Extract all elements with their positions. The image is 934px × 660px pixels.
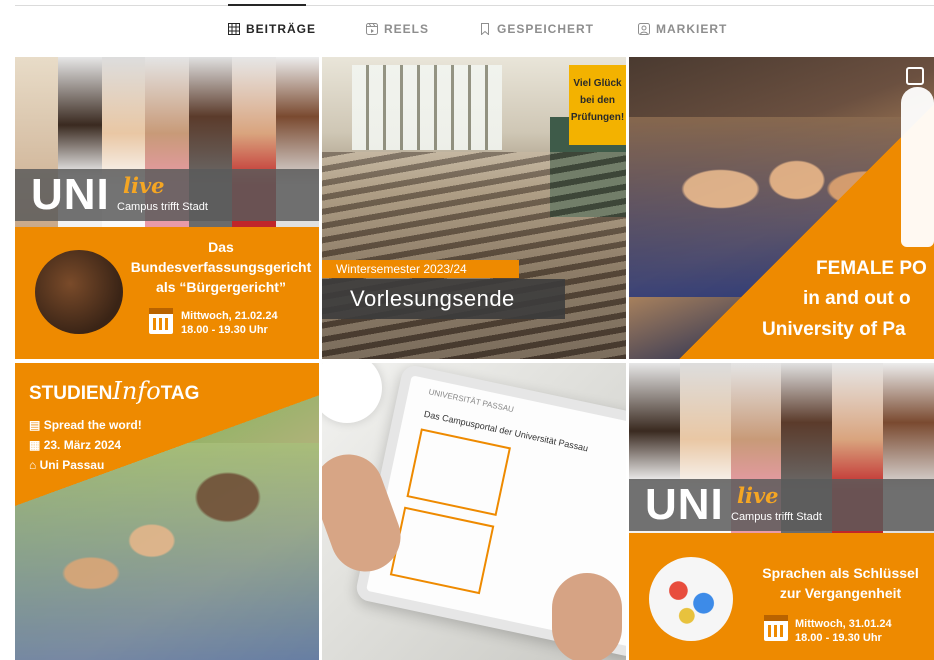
- orange-triangle: [629, 57, 934, 359]
- live-label: live: [123, 173, 165, 198]
- event-date: Mittwoch, 31.01.24 18.00 - 19.30 Uhr: [795, 618, 892, 644]
- tab-label: BEITRÄGE: [246, 22, 317, 36]
- university-logo: UNIVERSITÄT PASSAU: [427, 387, 515, 415]
- tab-label: GESPEICHERT: [497, 22, 595, 36]
- post-vorlesungsende[interactable]: Viel Glück bei den Prüfungen! Winterseme…: [322, 57, 626, 359]
- lecture-hall-windows: [352, 65, 502, 150]
- semester-label: Wintersemester 2023/24: [336, 262, 467, 276]
- calendar-icon: [149, 308, 173, 334]
- multiple-posts-icon: [906, 67, 924, 85]
- uni-live-subtitle: Campus trifft Stadt: [117, 201, 208, 213]
- active-tab-indicator: [228, 4, 306, 6]
- gavel-image: [35, 250, 123, 334]
- post-uni-live-bundesverfassungsgericht[interactable]: UNI live Campus trifft Stadt Das Bundesv…: [15, 57, 319, 359]
- posts-grid: UNI live Campus trifft Stadt Das Bundesv…: [15, 57, 934, 660]
- audience-rows: [322, 152, 626, 359]
- live-label: live: [737, 483, 779, 508]
- exam-sign: Viel Glück bei den Prüfungen!: [569, 65, 626, 145]
- uni-live-logo: UNI: [31, 170, 110, 219]
- tab-gespeichert[interactable]: GESPEICHERT: [479, 22, 594, 36]
- infotag-details: ▤ Spread the word! ▦ 23. März 2024 ⌂ Uni…: [29, 418, 142, 472]
- female-power-line3: University of Pa: [762, 319, 906, 340]
- post-campusportal[interactable]: UNIVERSITÄT PASSAU Das Campusportal der …: [322, 363, 626, 660]
- post-studien-infotag[interactable]: STUDIENInfoTAG ▤ Spread the word! ▦ 23. …: [15, 363, 319, 660]
- studien-infotag-title: STUDIENInfoTAG: [29, 377, 200, 405]
- grid-icon: [228, 23, 240, 35]
- figure-silhouette: [901, 87, 934, 247]
- hand-right: [552, 573, 622, 660]
- tab-beitraege[interactable]: BEITRÄGE: [228, 22, 316, 36]
- post-title: Sprachen als Schlüssel zur Vergangenheit: [762, 565, 919, 601]
- calendar-icon: [764, 615, 788, 641]
- profile-tabs: BEITRÄGE REELS GESPEICHERT MARKIERT: [0, 22, 934, 42]
- tabs-divider: [15, 5, 934, 6]
- world-map-image: [649, 557, 733, 641]
- female-power-line2: in and out o: [803, 288, 911, 309]
- home-icon: ⌂: [29, 458, 37, 472]
- post-uni-live-sprachen[interactable]: UNI live Campus trifft Stadt Sprachen al…: [629, 363, 934, 660]
- tab-label: MARKIERT: [656, 22, 728, 36]
- female-power-line1: FEMALE PO: [816, 258, 927, 279]
- event-label: Vorlesungsende: [350, 286, 515, 311]
- bookmark-icon: [481, 23, 489, 35]
- event-date: Mittwoch, 21.02.24 18.00 - 19.30 Uhr: [181, 310, 278, 336]
- calendar-icon: ▦: [29, 438, 41, 452]
- reels-icon: [366, 23, 378, 35]
- coffee-cup: [322, 363, 382, 423]
- tab-markiert[interactable]: MARKIERT: [638, 22, 727, 36]
- post-female-power[interactable]: FEMALE PO in and out o University of Pa: [629, 57, 934, 359]
- chat-icon: ▤: [29, 418, 41, 432]
- uni-live-subtitle: Campus trifft Stadt: [731, 511, 822, 523]
- uni-live-logo: UNI: [645, 480, 724, 529]
- tab-label: REELS: [384, 22, 430, 36]
- tagged-icon: [638, 23, 650, 35]
- tab-reels[interactable]: REELS: [366, 22, 429, 36]
- post-title: Das Bundesverfassungsgericht als “Bürger…: [130, 239, 312, 295]
